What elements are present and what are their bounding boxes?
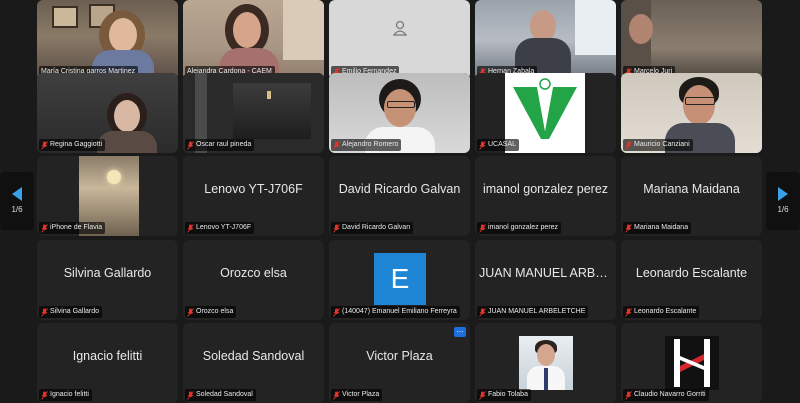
participant-tile[interactable]: Mariana Maidana Mariana Maidana [621, 156, 762, 236]
name-label: Regina Gaggiotti [39, 139, 106, 151]
participant-display-name: Mariana Maidana [643, 182, 740, 196]
name-label: Lenovo YT-J706F [185, 222, 255, 234]
participant-display-name: Silvina Gallardo [63, 266, 152, 280]
participant-display-name: David Ricardo Galvan [338, 182, 461, 196]
gallery-grid: María Cristina garros Martinez Alejandra… [0, 0, 800, 403]
chevron-right-icon [778, 187, 788, 201]
name-label: UCASAL [477, 139, 520, 151]
participant-tile[interactable]: Lenovo YT-J706F Lenovo YT-J706F [183, 156, 324, 236]
muted-mic-icon [479, 390, 486, 400]
participant-tile[interactable]: María Cristina garros Martinez [37, 0, 178, 80]
participant-display-name: imanol gonzalez perez [482, 182, 609, 196]
page-indicator: 1/6 [777, 205, 789, 214]
participant-tile[interactable]: Fabio Tolaba [475, 323, 616, 403]
name-label: Fabio Tolaba [477, 389, 531, 401]
participant-tile[interactable]: Leonardo Escalante Leonardo Escalante [621, 240, 762, 320]
muted-mic-icon [625, 307, 632, 317]
muted-mic-icon [41, 390, 48, 400]
participant-tile[interactable]: Hernan Zabala [475, 0, 616, 80]
participant-tile[interactable]: Alejandro Romero [329, 73, 470, 153]
participant-tile[interactable]: Silvina Gallardo Silvina Gallardo [37, 240, 178, 320]
participant-display-name: Leonardo Escalante [635, 266, 748, 280]
name-label: Soledad Sandoval [185, 389, 256, 401]
muted-mic-icon [479, 140, 486, 150]
name-label: Mariana Maidana [623, 222, 692, 234]
name-label: imanol gonzalez perez [477, 222, 562, 234]
participant-display-name: JUAN MANUEL ARBELE... [479, 266, 612, 280]
page-indicator: 1/6 [11, 205, 23, 214]
participant-tile[interactable]: Oscar raul pineda [183, 73, 324, 153]
participant-tile[interactable]: E (140047) Emanuel Emiliano Ferreyra [329, 240, 470, 320]
muted-mic-icon [187, 223, 194, 233]
participant-tile[interactable]: Ignacio felitti Ignacio felitti [37, 323, 178, 403]
participant-tile[interactable]: imanol gonzalez perez imanol gonzalez pe… [475, 156, 616, 236]
muted-mic-icon [479, 307, 486, 317]
participant-display-name: Lenovo YT-J706F [204, 182, 303, 196]
participant-tile[interactable]: Orozco elsa Orozco elsa [183, 240, 324, 320]
name-label: JUAN MANUEL ARBELETCHE [477, 306, 589, 318]
name-label: Ignacio felitti [39, 389, 92, 401]
name-label: Orozco elsa [185, 306, 237, 318]
user-placeholder-icon [392, 20, 408, 36]
muted-mic-icon [187, 390, 194, 400]
name-label: Leonardo Escalante [623, 306, 700, 318]
participant-tile[interactable]: UCASAL [475, 73, 616, 153]
profile-photo [519, 336, 573, 390]
participant-tile[interactable]: Claudio Navarro Gorriti [621, 323, 762, 403]
muted-mic-icon [625, 390, 632, 400]
name-label: Oscar raul pineda [185, 139, 255, 151]
participant-tile[interactable]: Victor Plaza ... Victor Plaza [329, 323, 470, 403]
muted-mic-icon [625, 140, 632, 150]
participant-tile[interactable]: Marcelo Juri [621, 0, 762, 80]
participant-display-name: Orozco elsa [220, 266, 287, 280]
participant-display-name: Victor Plaza [366, 349, 433, 363]
next-page-button[interactable]: 1/6 [766, 172, 800, 230]
participant-tile[interactable]: Soledad Sandoval Soledad Sandoval [183, 323, 324, 403]
chevron-left-icon [12, 187, 22, 201]
muted-mic-icon [333, 140, 340, 150]
name-label: David Ricardo Galvan [331, 222, 414, 234]
participant-tile[interactable]: iPhone de Flavia [37, 156, 178, 236]
muted-mic-icon [41, 307, 48, 317]
name-label: Silvina Gallardo [39, 306, 103, 318]
name-label: iPhone de Flavia [39, 222, 106, 234]
name-label: Alejandro Romero [331, 139, 402, 151]
previous-page-button[interactable]: 1/6 [0, 172, 34, 230]
muted-mic-icon [41, 140, 48, 150]
muted-mic-icon [625, 223, 632, 233]
muted-mic-icon [333, 307, 340, 317]
participant-tile[interactable]: David Ricardo Galvan David Ricardo Galva… [329, 156, 470, 236]
participant-tile[interactable]: Emilio Fernandez [329, 0, 470, 80]
muted-mic-icon [187, 140, 194, 150]
muted-mic-icon [479, 223, 486, 233]
participant-tile-active-speaker[interactable]: Mauricio Canziani [621, 73, 762, 153]
muted-mic-icon [187, 307, 194, 317]
muted-mic-icon [333, 223, 340, 233]
name-label: Victor Plaza [331, 389, 383, 401]
participant-tile[interactable]: Regina Gaggiotti [37, 73, 178, 153]
participant-display-name: Soledad Sandoval [202, 349, 305, 363]
avatar: E [374, 253, 426, 305]
name-label: (140047) Emanuel Emiliano Ferreyra [331, 306, 460, 318]
name-label: Mauricio Canziani [623, 139, 693, 151]
muted-mic-icon [41, 223, 48, 233]
profile-logo [665, 336, 719, 390]
participant-display-name: Ignacio felitti [72, 349, 143, 363]
more-options-button[interactable]: ... [454, 326, 466, 337]
name-label: Claudio Navarro Gorriti [623, 389, 709, 401]
participant-tile[interactable]: JUAN MANUEL ARBELE... JUAN MANUEL ARBELE… [475, 240, 616, 320]
muted-mic-icon [333, 390, 340, 400]
participant-tile[interactable]: Alejandra Cardona - CAEM [183, 0, 324, 80]
